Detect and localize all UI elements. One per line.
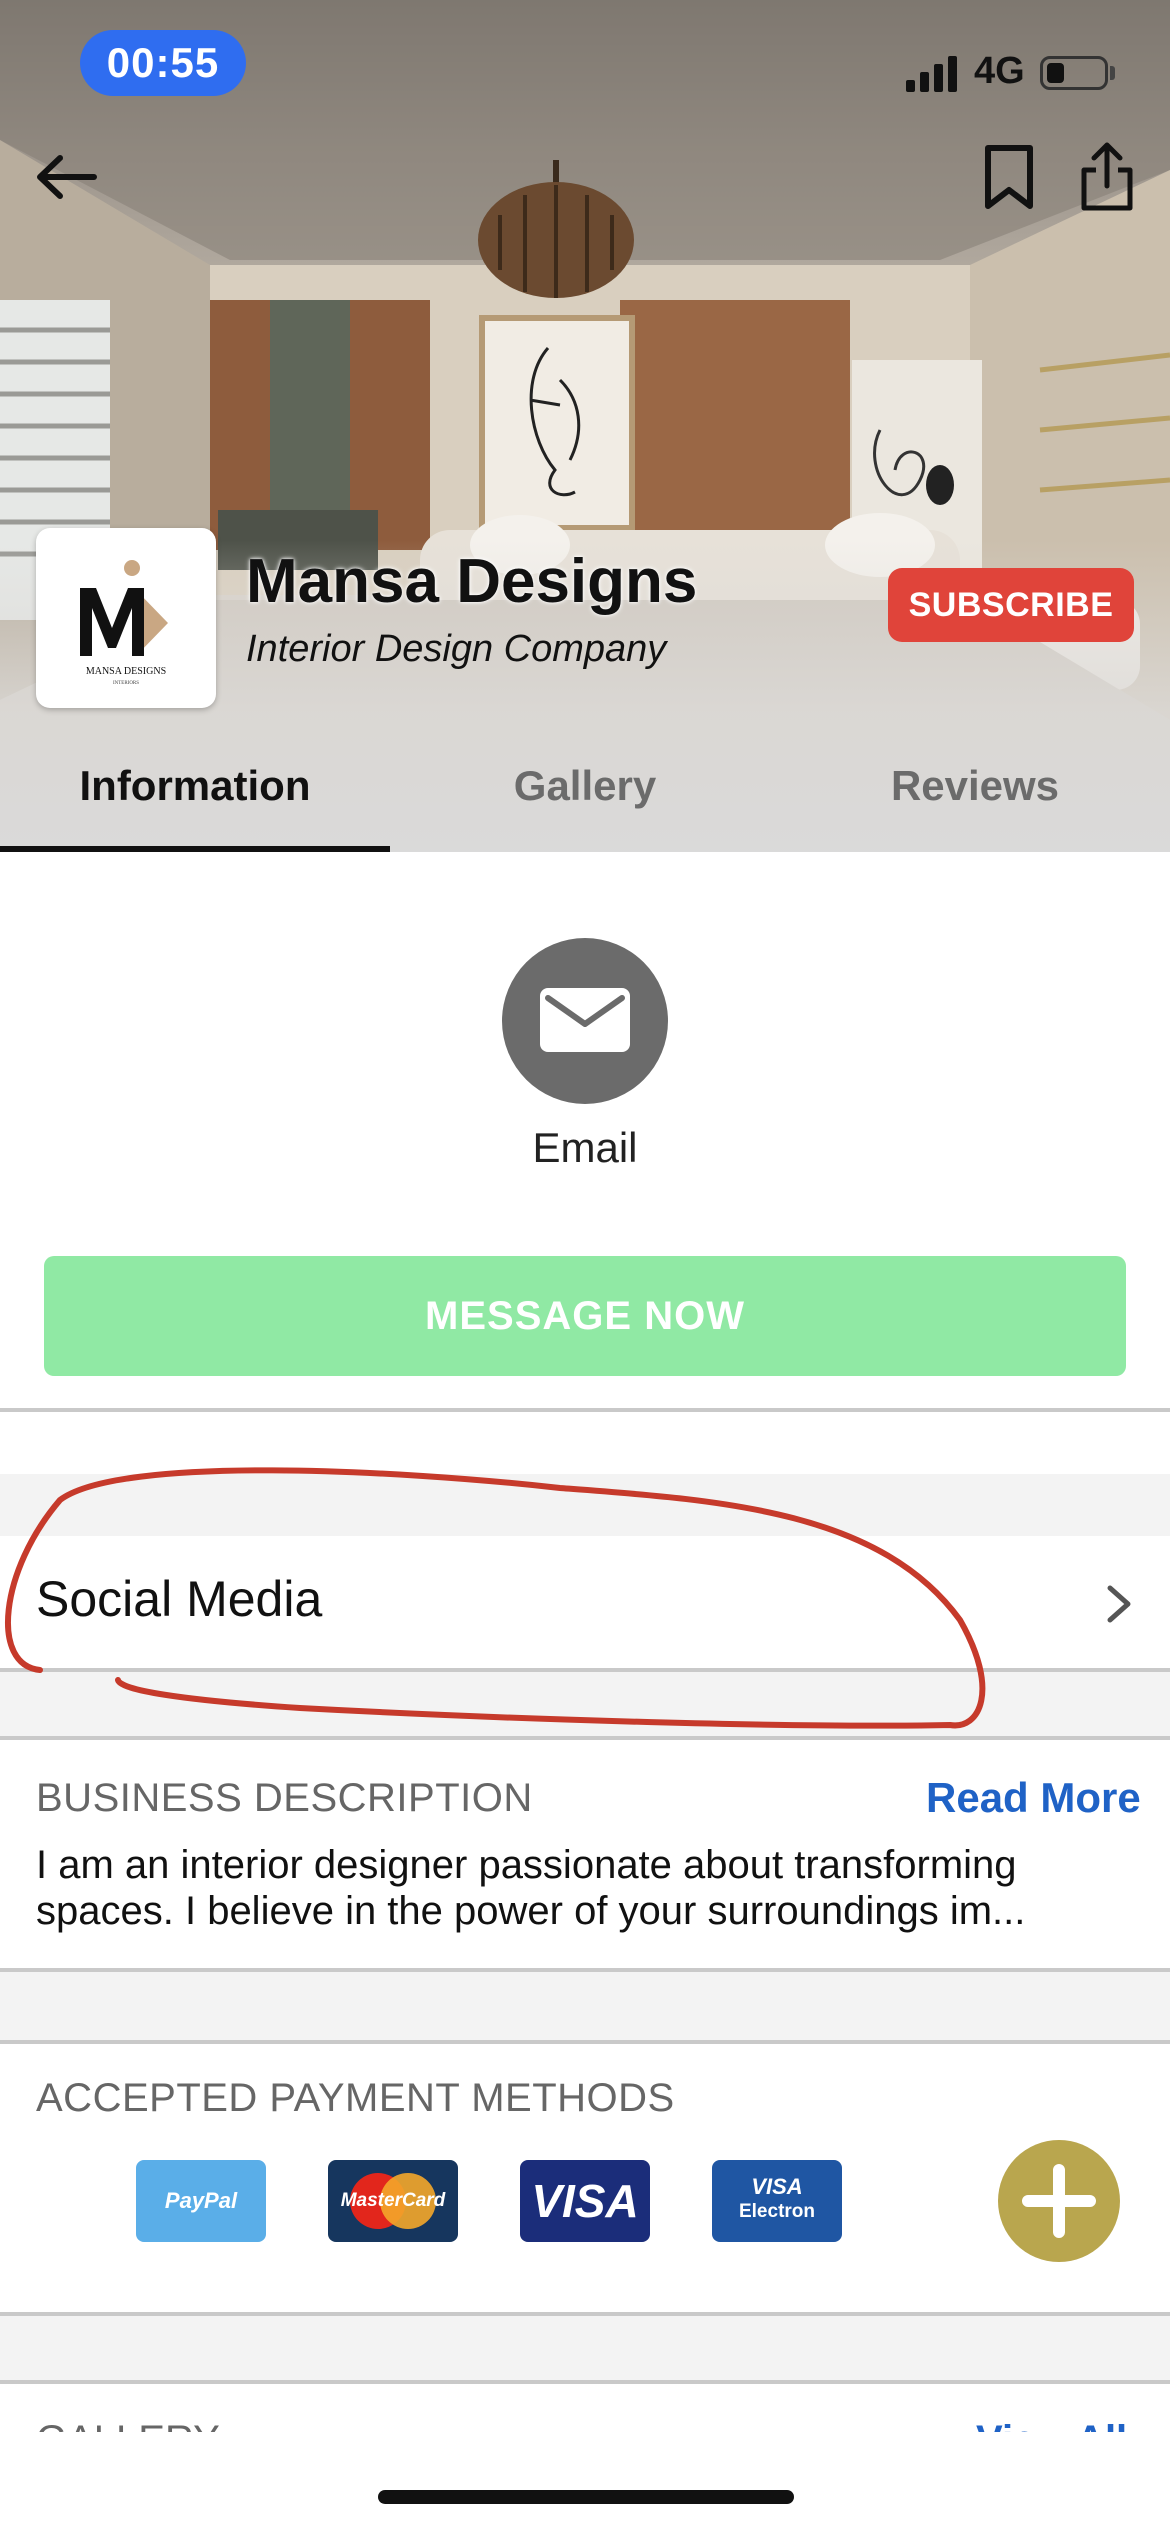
- tab-information[interactable]: Information: [0, 744, 390, 852]
- envelope-icon: [540, 988, 630, 1052]
- section-gap: [0, 1672, 1170, 1736]
- section-gap: [0, 1972, 1170, 2040]
- paypal-badge: PayPal: [136, 2160, 266, 2242]
- svg-text:MANSA DESIGNS: MANSA DESIGNS: [86, 666, 166, 677]
- add-payment-button[interactable]: [998, 2140, 1120, 2262]
- business-profile-screen: 00:55 4G MANSA DESIGNS INTERIORS Mansa D…: [0, 0, 1170, 2532]
- arrow-left-icon: [37, 155, 97, 199]
- network-type: 4G: [974, 50, 1025, 92]
- read-more-link[interactable]: Read More: [926, 1774, 1141, 1822]
- social-media-label: Social Media: [36, 1571, 323, 1627]
- business-logo: MANSA DESIGNS INTERIORS: [36, 528, 216, 708]
- section-gap: [0, 2316, 1170, 2380]
- tab-reviews[interactable]: Reviews: [780, 744, 1170, 852]
- business-category: Interior Design Company: [246, 628, 667, 670]
- email-label: Email: [532, 1124, 638, 1171]
- battery-icon: [1040, 56, 1108, 90]
- mansa-logo-image: MANSA DESIGNS INTERIORS: [80, 560, 168, 686]
- chevron-right-icon: [1107, 1585, 1131, 1623]
- business-description-title: BUSINESS DESCRIPTION: [36, 1776, 533, 1820]
- hero-cover-image: [0, 0, 1170, 852]
- divider: [0, 2380, 1170, 2384]
- bottom-safe-area: [0, 2432, 1170, 2532]
- share-icon: [1081, 142, 1133, 211]
- home-indicator[interactable]: [378, 2490, 794, 2504]
- divider: [0, 2040, 1170, 2044]
- social-media-row[interactable]: Social Media: [0, 1536, 1170, 1670]
- status-time: 00:55: [80, 30, 246, 96]
- mastercard-badge: MasterCard: [328, 2160, 458, 2242]
- tab-gallery[interactable]: Gallery: [390, 744, 780, 852]
- plus-icon: [1022, 2164, 1096, 2238]
- section-gap: [0, 1474, 1170, 1536]
- back-button[interactable]: [30, 140, 104, 214]
- subscribe-button[interactable]: SUBSCRIBE: [888, 568, 1134, 642]
- payment-methods-title: ACCEPTED PAYMENT METHODS: [36, 2076, 675, 2120]
- business-description-text: I am an interior designer passionate abo…: [36, 1843, 1026, 1933]
- bookmark-button[interactable]: [976, 140, 1042, 214]
- profile-tabs: Information Gallery Reviews: [0, 744, 1170, 852]
- divider: [0, 1736, 1170, 1740]
- email-button[interactable]: [502, 938, 668, 1104]
- business-name: Mansa Designs: [246, 547, 698, 616]
- visa-electron-badge: VISA Electron: [712, 2160, 842, 2242]
- battery-cap: [1110, 66, 1115, 80]
- share-button[interactable]: [1074, 140, 1140, 214]
- visa-badge: VISA: [520, 2160, 650, 2242]
- battery-level-fill: [1047, 63, 1064, 83]
- bookmark-icon: [985, 145, 1033, 209]
- cellular-signal-icon: [906, 56, 957, 92]
- message-now-button[interactable]: MESSAGE NOW: [44, 1256, 1126, 1376]
- svg-text:INTERIORS: INTERIORS: [113, 681, 139, 686]
- divider: [0, 1408, 1170, 1412]
